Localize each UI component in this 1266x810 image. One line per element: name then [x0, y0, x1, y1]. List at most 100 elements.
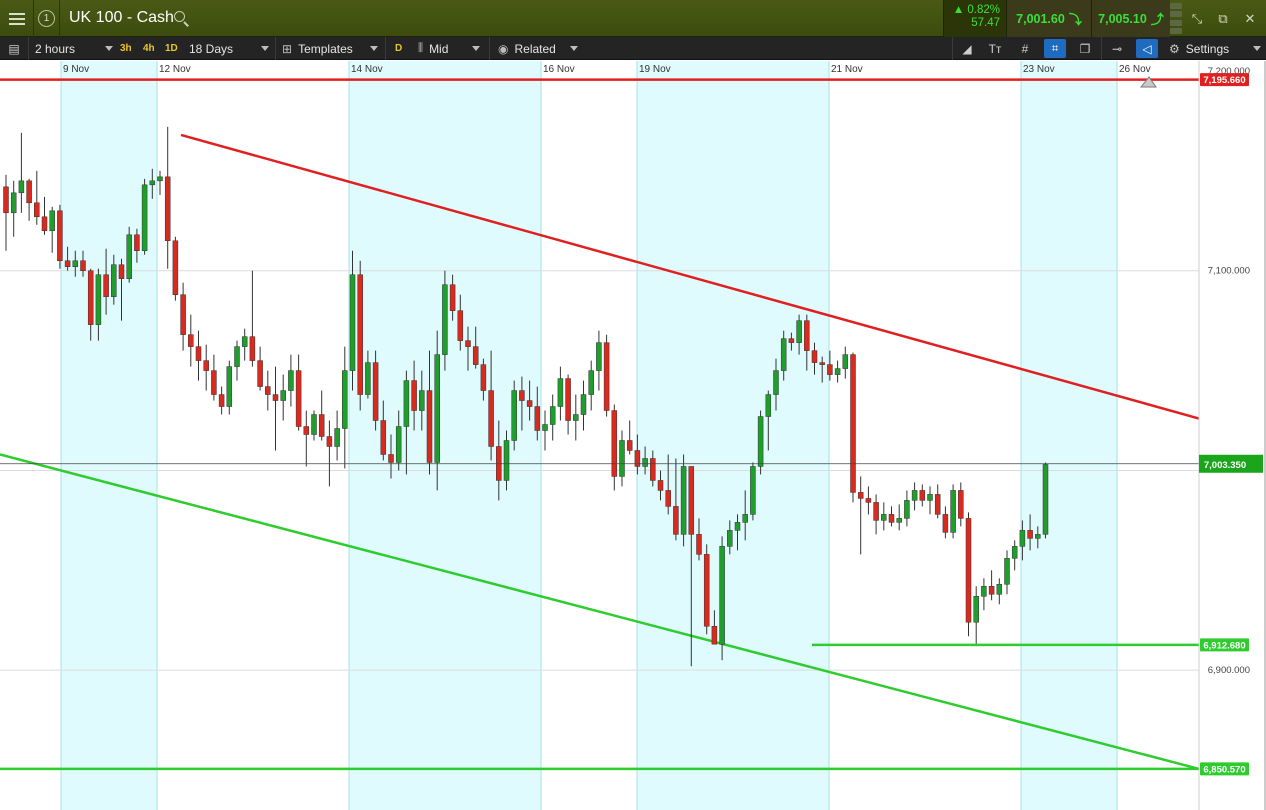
bearish-candle	[34, 202, 40, 218]
date-label: 16 Nov	[543, 64, 575, 75]
bullish-candle	[234, 346, 240, 367]
bearish-candle	[804, 320, 810, 351]
chart-list-icon[interactable]: ▤	[3, 39, 25, 58]
chevron-down-icon	[261, 46, 269, 51]
bullish-candle	[780, 338, 787, 371]
bullish-candle	[588, 370, 594, 395]
bearish-candle	[249, 336, 256, 361]
settings-label: Settings	[1185, 41, 1230, 56]
bearish-candle	[380, 420, 387, 455]
related-label: Related	[514, 41, 556, 56]
bullish-candle	[511, 390, 517, 441]
bullish-candle	[996, 584, 1003, 595]
bearish-candle	[650, 458, 656, 481]
bullish-candle	[311, 414, 317, 435]
templates-icon: ⊞	[282, 41, 293, 56]
price-type-value: Mid	[429, 41, 449, 56]
templates-label: Templates	[298, 41, 353, 56]
bullish-candle	[927, 494, 933, 501]
bullish-candle	[395, 426, 402, 463]
label-tag-icon[interactable]: ◁	[1136, 39, 1158, 58]
market-title[interactable]: UK 100 - Cash	[69, 9, 174, 27]
crosshair-grid-icon[interactable]: ⌗	[1044, 39, 1066, 58]
close-icon[interactable]: ✕	[1237, 0, 1263, 37]
layers-icon[interactable]: ❐	[1074, 39, 1096, 58]
draw-line-icon[interactable]: ◢	[956, 39, 978, 58]
templates-dropdown[interactable]: ⊞ Templates	[282, 37, 378, 60]
bullish-candle	[334, 428, 340, 447]
bearish-candle	[827, 364, 833, 375]
downtrend-support-line[interactable]	[0, 453, 1200, 771]
bearish-candle	[426, 390, 433, 463]
bearish-candle	[958, 490, 964, 519]
shrink-icon[interactable]: ⤡	[1184, 0, 1210, 37]
trading-window: 1 UK 100 - Cash ▲ 0.82% 57.47 7,001.60 ⤵…	[0, 0, 1266, 810]
bullish-candle	[365, 362, 371, 395]
bearish-candle	[265, 386, 271, 395]
weekend-band	[637, 61, 829, 810]
bullish-candle	[442, 284, 448, 355]
settings-dropdown[interactable]: ⚙ Settings	[1169, 37, 1261, 60]
indicator-icon[interactable]: ⊸	[1106, 39, 1128, 58]
bearish-candle	[626, 440, 633, 451]
bearish-candle	[965, 518, 972, 623]
bearish-candle	[357, 274, 363, 395]
bearish-candle	[164, 176, 171, 242]
interval-dropdown[interactable]: 2 hours	[35, 37, 113, 60]
bearish-candle	[188, 334, 194, 347]
bearish-candle	[711, 625, 718, 645]
interval-4h-button[interactable]: 4h	[143, 37, 155, 60]
bullish-candle	[1035, 534, 1041, 539]
sell-button[interactable]: 7,001.60 ⤵	[1006, 0, 1091, 37]
bullish-candle	[727, 530, 733, 547]
period-value: 18 Days	[189, 41, 234, 56]
gear-icon: ⚙	[1169, 41, 1180, 56]
bearish-candle	[673, 506, 679, 535]
hamburger-menu-icon[interactable]	[0, 0, 34, 37]
bullish-candle	[619, 440, 625, 477]
bearish-candle	[472, 346, 479, 365]
text-tool-icon[interactable]: Tт	[984, 39, 1006, 58]
popout-icon[interactable]: ⧉	[1210, 0, 1236, 37]
bullish-candle	[757, 416, 764, 467]
bearish-candle	[103, 274, 109, 297]
info-button[interactable]: 1	[34, 0, 60, 37]
interval-3h-button[interactable]: 3h	[120, 37, 132, 60]
price-type-dropdown[interactable]: ⫼ Mid	[418, 37, 480, 60]
bullish-candle	[342, 370, 348, 429]
candle-type-chip[interactable]: D	[395, 37, 402, 60]
bearish-candle	[688, 466, 695, 535]
interval-value: 2 hours	[35, 41, 76, 56]
change-points: 57.47	[971, 17, 1000, 29]
buy-button[interactable]: 7,005.10 ⤴	[1091, 0, 1170, 37]
bullish-candle	[503, 440, 510, 481]
search-icon[interactable]	[174, 11, 190, 27]
bearish-candle	[919, 490, 926, 501]
support-2-price-tag: 6,850.570	[1203, 764, 1245, 775]
bullish-candle	[896, 518, 902, 523]
bullish-candle	[49, 210, 55, 232]
resistance-price-tag: 7,195.660	[1203, 75, 1245, 86]
bearish-candle	[488, 390, 494, 447]
bearish-candle	[195, 346, 202, 361]
bullish-candle	[1019, 530, 1026, 547]
bullish-candle	[642, 458, 648, 467]
price-chart[interactable]: 9 Nov 12 Nov 14 Nov 16 Nov 19 Nov 21 Nov 23 No…	[0, 61, 1266, 810]
bullish-candle	[434, 354, 440, 463]
period-dropdown[interactable]: 18 Days	[189, 37, 269, 60]
bearish-candle	[180, 294, 186, 335]
bearish-candle	[80, 260, 86, 271]
drag-handle[interactable]	[1170, 3, 1182, 34]
interval-1d-button[interactable]: 1D	[165, 37, 178, 60]
chart-canvas[interactable]: 9 Nov 12 Nov 14 Nov 16 Nov 19 Nov 21 Nov 23 No…	[0, 61, 1266, 810]
date-label: 19 Nov	[639, 64, 671, 75]
related-dropdown[interactable]: ◉ Related	[498, 37, 578, 60]
bullish-candle	[1011, 546, 1018, 559]
support-1-price-tag: 6,912.680	[1203, 640, 1245, 651]
grid-icon[interactable]: #	[1014, 39, 1036, 58]
date-label: 23 Nov	[1023, 64, 1055, 75]
bullish-candle	[950, 490, 956, 533]
bearish-candle	[850, 354, 856, 493]
chevron-down-icon	[1253, 46, 1261, 51]
bearish-candle	[696, 534, 702, 555]
